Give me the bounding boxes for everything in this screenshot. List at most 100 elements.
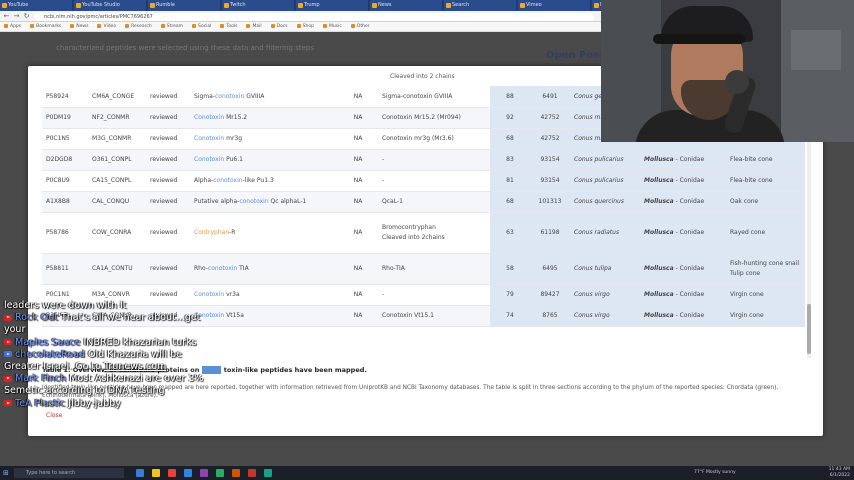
bookmark-item[interactable]: Tools bbox=[220, 22, 237, 31]
bookmark-item[interactable]: Mail bbox=[246, 22, 261, 31]
protein-name-part: Conotoxin bbox=[194, 156, 225, 163]
status-cell: reviewed bbox=[146, 149, 190, 171]
length-cell: 79 bbox=[490, 284, 530, 306]
na-cell: NA bbox=[338, 128, 378, 150]
bookmark-item[interactable]: Bookmarks bbox=[30, 22, 61, 31]
table-row: P58786 COW_CONRA reviewed Contryphan-R NA Bro… bbox=[42, 212, 805, 254]
reload-icon[interactable]: ↻ bbox=[22, 12, 31, 21]
browser-tab[interactable]: YouTube bbox=[0, 0, 72, 11]
chat-message: Maples Sauce INBRED khazarian turks bbox=[0, 337, 250, 349]
tab-title: Vimeo bbox=[526, 2, 542, 8]
taxonomy-id-cell: 8765 bbox=[530, 305, 570, 327]
bookmark-item[interactable]: Docs bbox=[271, 22, 288, 31]
common-name-cell: Flea-bite cone bbox=[726, 170, 805, 192]
youtube-icon bbox=[4, 375, 12, 382]
chat-text: Jibby-jabby bbox=[68, 397, 121, 409]
taxonomy-id-cell: 93154 bbox=[530, 170, 570, 192]
accession-cell: P58786 bbox=[42, 212, 88, 254]
chat-message: Rock Out That's all we hear about...get bbox=[0, 312, 250, 324]
protein-name-cell: Alpha-conotoxin-like Pu1.3 bbox=[190, 170, 338, 192]
family-text: Conidae bbox=[679, 156, 705, 163]
chain-cell: Rho-TIA bbox=[378, 253, 490, 285]
chain-cell: Sigma-conotoxin GVIIIA bbox=[378, 86, 490, 108]
favicon-icon bbox=[76, 3, 81, 8]
length-cell: 58 bbox=[490, 253, 530, 285]
common-name-cell: Oak cone bbox=[726, 191, 805, 213]
table-row: P0C8U9 CA15_CONPL reviewed Alpha-conotoxin-… bbox=[42, 170, 805, 192]
phylum-family-cell: Mollusca - Conidae bbox=[640, 170, 726, 192]
family-text: Conidae bbox=[679, 177, 705, 184]
windows-start-icon[interactable]: ⊞ bbox=[3, 469, 11, 477]
chat-text: INBRED khazarian turks bbox=[83, 336, 197, 348]
protein-name-part: vr3a bbox=[224, 291, 240, 298]
table-row: P58811 CA1A_CONTU reviewed Rho-conotoxin TI… bbox=[42, 253, 805, 285]
length-cell: 63 bbox=[490, 212, 530, 254]
taxonomy-id-cell: 42752 bbox=[530, 128, 570, 150]
browser-tab[interactable]: News bbox=[370, 0, 442, 11]
phylum-text: Mollusca bbox=[644, 229, 674, 236]
protein-name-part: Putative alpha- bbox=[194, 198, 240, 205]
chrome-icon[interactable] bbox=[168, 469, 176, 477]
browser-tab[interactable]: Vimeo bbox=[518, 0, 590, 11]
weather-widget[interactable]: 77°F Mostly sunny bbox=[694, 470, 736, 475]
browser-tab[interactable]: Search bbox=[444, 0, 516, 11]
status-cell: reviewed bbox=[146, 191, 190, 213]
system-clock[interactable]: 11:43 AM 6/1/2022 bbox=[829, 467, 850, 479]
bookmark-item[interactable]: Stream bbox=[161, 22, 183, 31]
taxonomy-id-cell: 89427 bbox=[530, 284, 570, 306]
bookmark-item[interactable]: Other bbox=[351, 22, 370, 31]
chain-cell: Conotoxin Vt15.1 bbox=[378, 305, 490, 327]
protein-name-part: Pu6.1 bbox=[224, 156, 243, 163]
na-cell: NA bbox=[338, 253, 378, 285]
back-icon[interactable]: ← bbox=[2, 12, 11, 21]
family-text: Conidae bbox=[679, 291, 705, 298]
file-explorer-icon[interactable] bbox=[152, 469, 160, 477]
family-text: Conidae bbox=[679, 229, 705, 236]
chat-message: chocolateRoad Old Khazaria will be bbox=[0, 349, 250, 361]
protein-name-part: GVIIIA bbox=[244, 92, 265, 100]
taskbar-search-input[interactable]: Type here to search bbox=[14, 468, 124, 478]
close-button[interactable]: Close bbox=[46, 412, 62, 419]
clock-date: 6/1/2022 bbox=[829, 473, 850, 478]
bookmark-item[interactable]: Research bbox=[125, 22, 152, 31]
task-view-icon[interactable] bbox=[136, 469, 144, 477]
length-cell: 68 bbox=[490, 191, 530, 213]
tab-title: Twitch bbox=[230, 2, 246, 8]
taxonomy-id-cell: 42752 bbox=[530, 107, 570, 129]
browser-tab[interactable]: Rumble bbox=[148, 0, 220, 11]
entry-name-cell: O361_CONPL bbox=[88, 149, 146, 171]
edge-icon[interactable] bbox=[184, 469, 192, 477]
forward-icon[interactable]: → bbox=[12, 12, 21, 21]
protein-name-part: Conotoxin bbox=[194, 135, 225, 142]
app-icon[interactable] bbox=[232, 469, 240, 477]
taxonomy-id-cell: 61198 bbox=[530, 212, 570, 254]
protein-name-part: conotoxin bbox=[214, 92, 245, 100]
scrollbar-thumb[interactable] bbox=[807, 304, 811, 354]
bookmark-item[interactable]: Video bbox=[97, 22, 116, 31]
bookmark-item[interactable]: Shop bbox=[297, 22, 314, 31]
bookmark-item[interactable]: Social bbox=[192, 22, 211, 31]
browser-tab[interactable]: YouTube Studio bbox=[74, 0, 146, 11]
chat-username: Mark Finch bbox=[15, 373, 67, 385]
species-cell: Conus pulicarius bbox=[570, 149, 640, 171]
chat-link[interactable]: Trunews.com bbox=[104, 361, 166, 372]
protein-name-part: conotoxin bbox=[207, 265, 238, 272]
common-name-cell: Rayed cone bbox=[726, 212, 805, 254]
app-icon[interactable] bbox=[216, 469, 224, 477]
bookmark-item[interactable]: Apps bbox=[4, 22, 21, 31]
protein-name-part: Qc alphaL-1 bbox=[268, 198, 307, 205]
na-cell: NA bbox=[338, 284, 378, 306]
length-cell: 88 bbox=[490, 86, 530, 108]
url-input[interactable]: ncbi.nlm.nih.gov/pmc/articles/PMC7696267 bbox=[34, 12, 594, 21]
entry-name-cell: CM6A_CONGE bbox=[88, 86, 146, 108]
app-icon[interactable] bbox=[248, 469, 256, 477]
background-heading: Open Peer bbox=[546, 50, 605, 61]
browser-tab[interactable]: Twitch bbox=[222, 0, 294, 11]
app-icon[interactable] bbox=[264, 469, 272, 477]
chat-username: Rock Out bbox=[15, 312, 58, 324]
obs-icon[interactable] bbox=[200, 469, 208, 477]
browser-tab[interactable]: Trump bbox=[296, 0, 368, 11]
length-cell: 81 bbox=[490, 170, 530, 192]
bookmark-item[interactable]: News bbox=[70, 22, 88, 31]
bookmark-item[interactable]: Music bbox=[323, 22, 342, 31]
